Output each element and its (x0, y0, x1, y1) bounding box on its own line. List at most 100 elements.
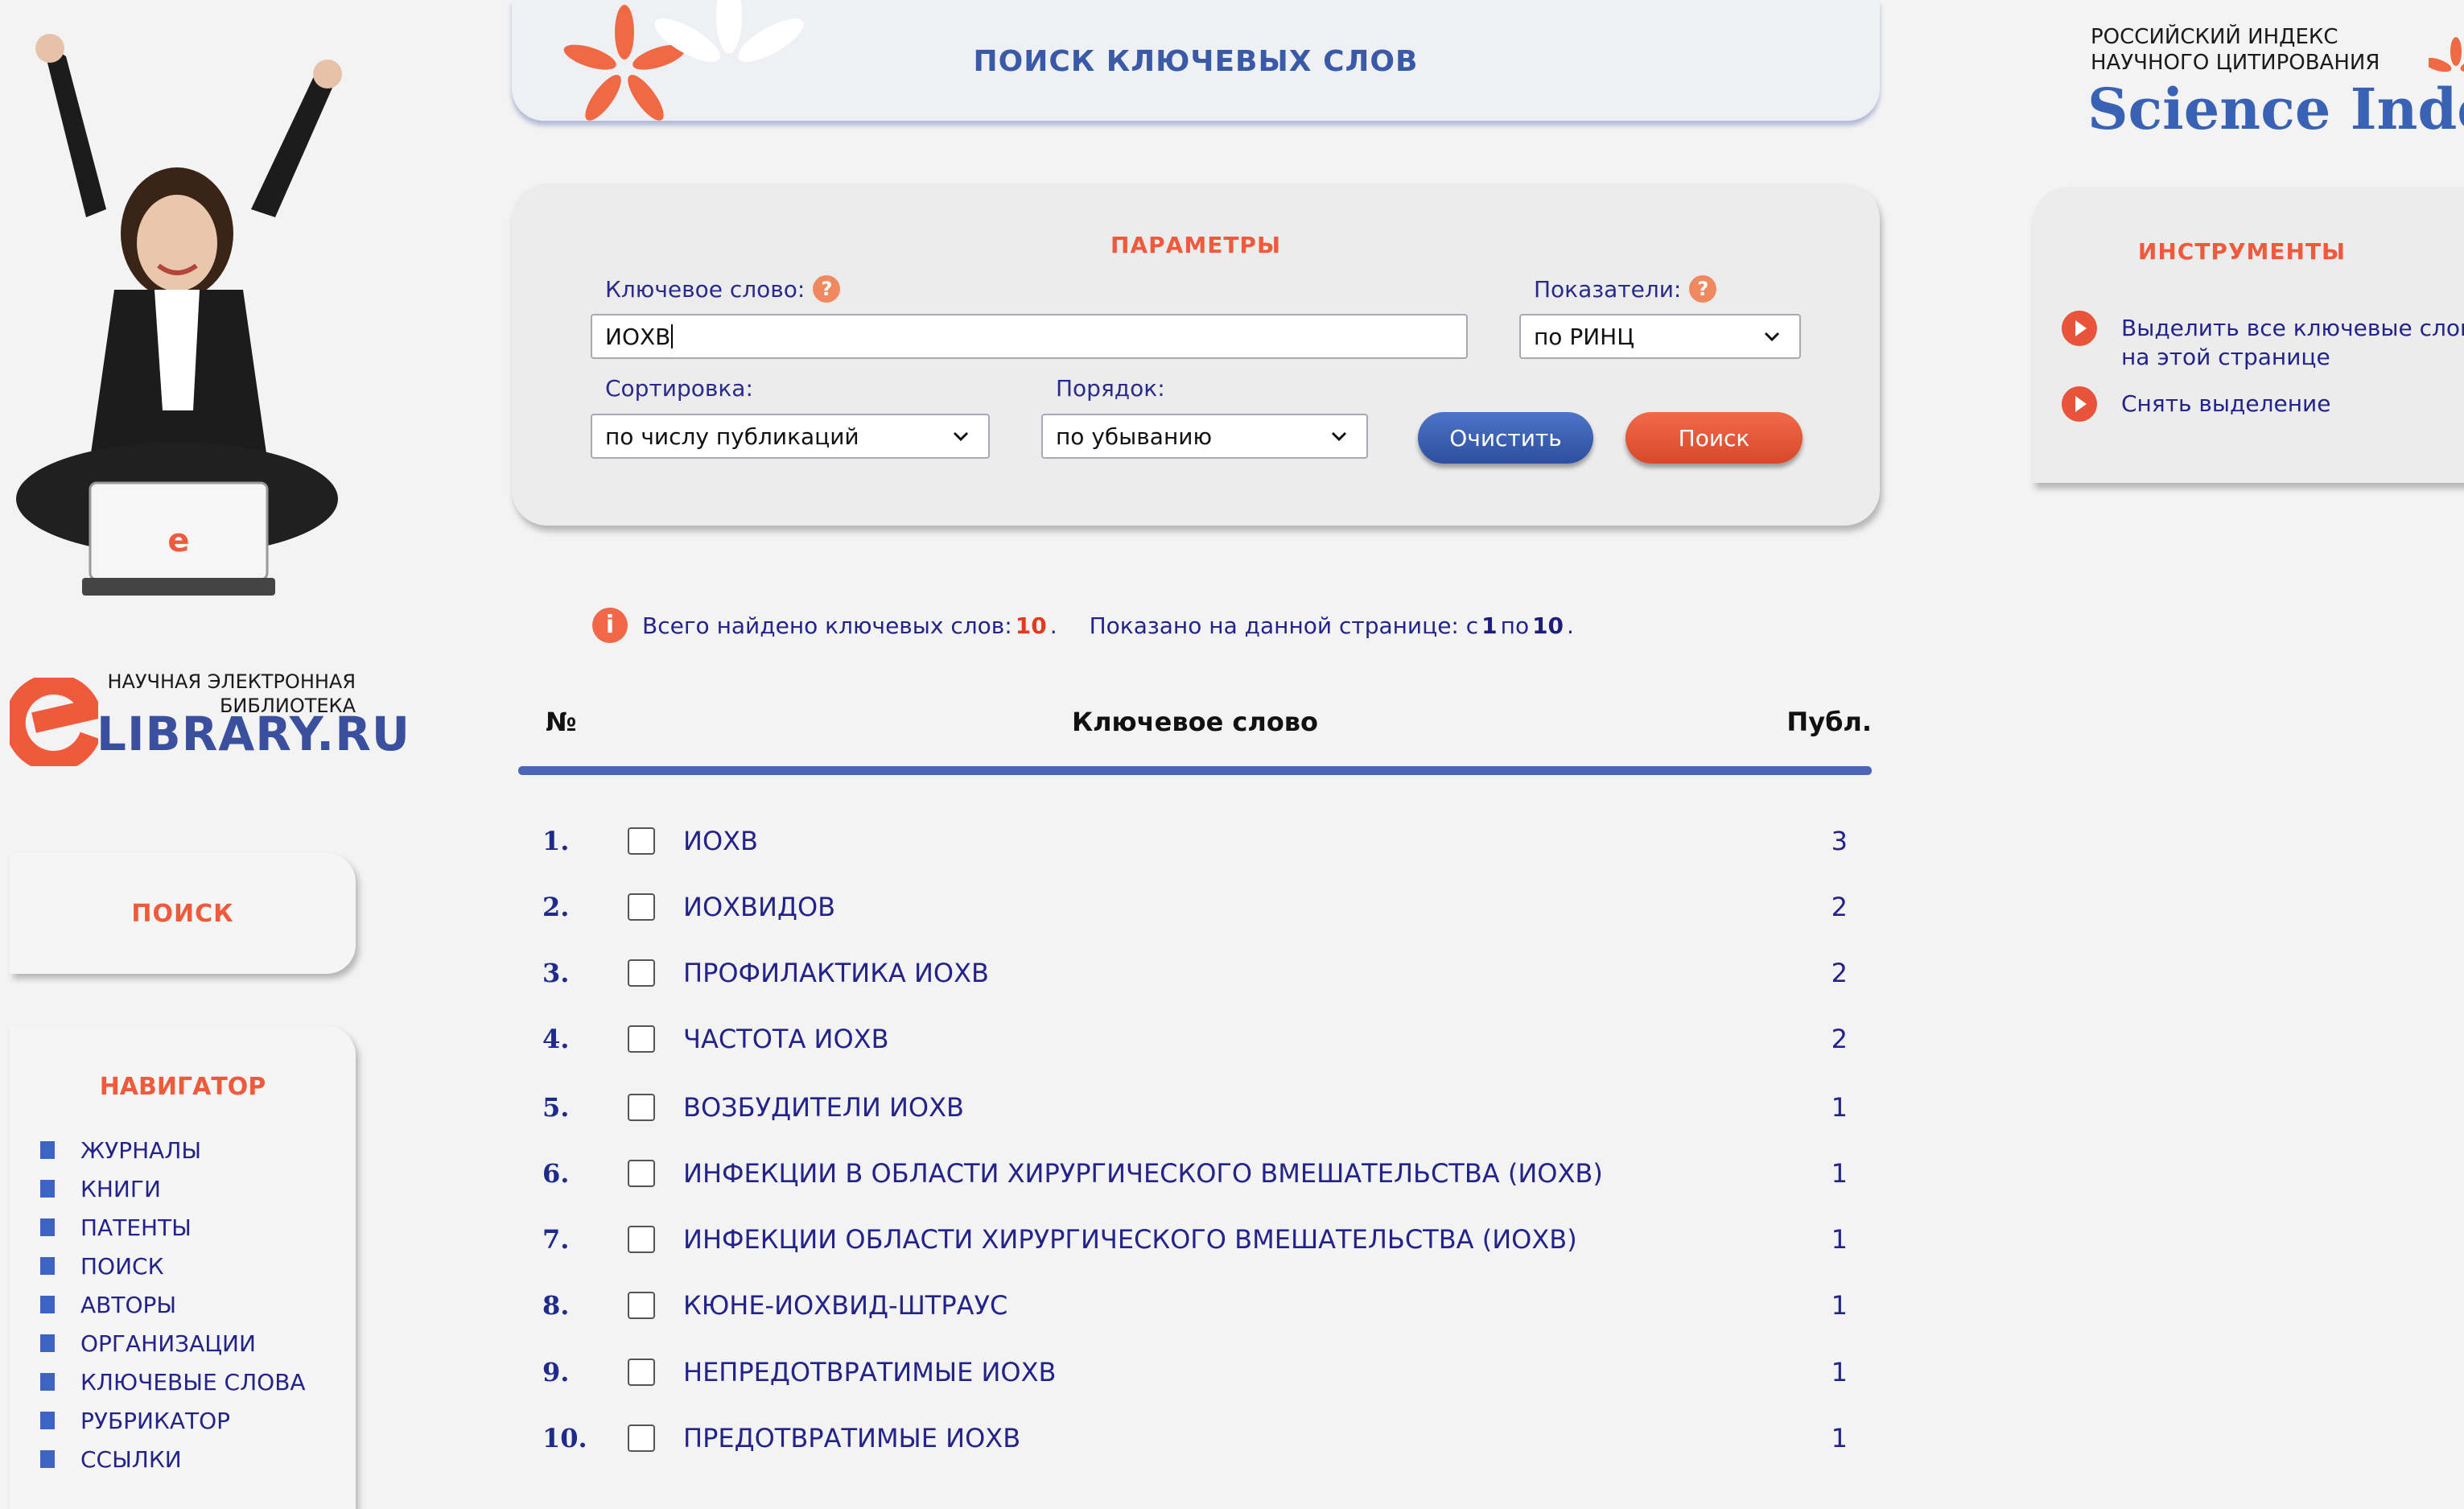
order-select[interactable]: по убыванию (1041, 414, 1368, 459)
row-checkbox[interactable] (628, 1359, 655, 1386)
hero-woman-laptop-illustration: e (16, 34, 342, 596)
elibrary-e-icon (10, 678, 98, 766)
pub-count[interactable]: 2 (1832, 1024, 1848, 1054)
table-row: 9. НЕПРЕДОТВРАТИМЫЕ ИОХВ 1 (542, 1357, 1848, 1387)
pub-count[interactable]: 1 (1832, 1158, 1848, 1189)
bullet-icon (40, 1257, 55, 1275)
search-button[interactable]: Поиск (1625, 412, 1803, 464)
science-index-logo[interactable]: Science Index (2087, 76, 2464, 142)
order-label: Порядок: (1056, 375, 1165, 402)
table-row: 4. ЧАСТОТА ИОХВ 2 (542, 1024, 1848, 1054)
pub-count[interactable]: 1 (1832, 1357, 1848, 1387)
nav-item-search[interactable]: ПОИСК (40, 1247, 306, 1285)
table-row: 7. ИНФЕКЦИИ ОБЛАСТИ ХИРУРГИЧЕСКОГО ВМЕША… (542, 1224, 1848, 1255)
found-count: 10 (1015, 612, 1047, 639)
tools-panel: ИНСТРУМЕНТЫ Выделить все ключевые слов н… (2033, 187, 2464, 483)
info-icon: i (592, 608, 628, 643)
row-checkbox[interactable] (628, 959, 655, 987)
select-all-tool[interactable]: Выделить все ключевые слов на этой стран… (2062, 311, 2464, 372)
table-row: 2. ИОХВИДОВ 2 (542, 892, 1848, 922)
col-keyword-header: Ключевое слово (1071, 707, 1319, 737)
pub-count[interactable]: 2 (1832, 958, 1848, 988)
keyword-label: Ключевое слово: ? (605, 275, 841, 303)
nav-item-rubricator[interactable]: РУБРИКАТОР (40, 1401, 306, 1440)
row-checkbox[interactable] (628, 1094, 655, 1121)
keyword-input[interactable]: ИОХВ (591, 314, 1468, 359)
pub-count[interactable]: 1 (1832, 1224, 1848, 1255)
nav-item-authors[interactable]: АВТОРЫ (40, 1285, 306, 1324)
row-checkbox[interactable] (628, 1160, 655, 1187)
keyword-link[interactable]: ИОХВИДОВ (683, 892, 835, 922)
sort-label: Сортировка: (605, 375, 753, 402)
navigator-list: ЖУРНАЛЫ КНИГИ ПАТЕНТЫ ПОИСК АВТОРЫ ОРГАН… (40, 1131, 306, 1478)
elibrary-name: LIBRARY.RU (97, 707, 410, 761)
nav-item-journals[interactable]: ЖУРНАЛЫ (40, 1131, 306, 1169)
keyword-link[interactable]: КЮНЕ-ИОХВИД-ШТРАУС (683, 1290, 1007, 1321)
keyword-link[interactable]: ИНФЕКЦИИ В ОБЛАСТИ ХИРУРГИЧЕСКОГО ВМЕШАТ… (683, 1158, 1603, 1189)
params-title: ПАРАМЕТРЫ (1110, 232, 1281, 258)
keyword-link[interactable]: ПРЕДОТВРАТИМЫЕ ИОХВ (683, 1423, 1020, 1453)
deselect-tool[interactable]: Снять выделение (2062, 386, 2330, 422)
keyword-link[interactable]: ЧАСТОТА ИОХВ (683, 1024, 889, 1054)
bullet-icon (40, 1412, 55, 1429)
clear-button[interactable]: Очистить (1418, 412, 1593, 464)
bullet-icon (40, 1218, 55, 1236)
pub-count[interactable]: 1 (1832, 1092, 1848, 1123)
table-row: 10. ПРЕДОТВРАТИМЫЕ ИОХВ 1 (542, 1423, 1848, 1453)
bullet-icon (40, 1334, 55, 1352)
table-row: 6. ИНФЕКЦИИ В ОБЛАСТИ ХИРУРГИЧЕСКОГО ВМЕ… (542, 1158, 1848, 1189)
row-checkbox[interactable] (628, 893, 655, 921)
elibrary-logo[interactable]: НАУЧНАЯ ЭЛЕКТРОННАЯ БИБЛИОТЕКА LIBRARY.R… (10, 668, 410, 773)
chevron-down-icon (1331, 431, 1347, 442)
nav-item-keywords[interactable]: КЛЮЧЕВЫЕ СЛОВА (40, 1363, 306, 1401)
row-checkbox[interactable] (628, 1025, 655, 1053)
search-parameters-panel: ПАРАМЕТРЫ Ключевое слово: ? ИОХВ Показат… (512, 183, 1880, 526)
indicators-label: Показатели: ? (1534, 275, 1717, 303)
page-title: ПОИСК КЛЮЧЕВЫХ СЛОВ (973, 45, 1419, 78)
keyword-link[interactable]: ПРОФИЛАКТИКА ИОХВ (683, 958, 989, 988)
indicators-help-icon[interactable]: ? (1689, 275, 1717, 303)
pub-count[interactable]: 2 (1832, 892, 1848, 922)
science-index-flower-icon (2429, 37, 2464, 72)
play-icon (2062, 386, 2097, 422)
row-checkbox[interactable] (628, 1292, 655, 1319)
nav-item-organizations[interactable]: ОРГАНИЗАЦИИ (40, 1324, 306, 1363)
table-row: 5. ВОЗБУДИТЕЛИ ИОХВ 1 (542, 1092, 1848, 1123)
navigator-title: НАВИГАТОР (99, 1073, 266, 1101)
keyword-link[interactable]: ВОЗБУДИТЕЛИ ИОХВ (683, 1092, 964, 1123)
left-search-card[interactable]: ПОИСК (10, 853, 356, 974)
table-header-divider (518, 766, 1872, 775)
bullet-icon (40, 1373, 55, 1391)
page-to: 10 (1532, 612, 1564, 639)
row-checkbox[interactable] (628, 1424, 655, 1452)
row-checkbox[interactable] (628, 827, 655, 855)
nav-item-patents[interactable]: ПАТЕНТЫ (40, 1208, 306, 1247)
sort-select[interactable]: по числу публикаций (591, 414, 990, 459)
elibrary-tagline-1: НАУЧНАЯ ЭЛЕКТРОННАЯ (107, 670, 356, 693)
pub-count[interactable]: 3 (1832, 826, 1848, 856)
row-checkbox[interactable] (628, 1226, 655, 1253)
left-search-link[interactable]: ПОИСК (10, 900, 356, 928)
nav-item-links[interactable]: ССЫЛКИ (40, 1440, 306, 1478)
bullet-icon (40, 1180, 55, 1198)
bullet-icon (40, 1450, 55, 1468)
play-icon (2062, 311, 2097, 346)
svg-text:e: e (167, 522, 189, 559)
bullet-icon (40, 1296, 55, 1313)
indicators-select[interactable]: по РИНЦ (1519, 314, 1801, 359)
page-from: 1 (1481, 612, 1498, 639)
keyword-link[interactable]: НЕПРЕДОТВРАТИМЫЕ ИОХВ (683, 1357, 1056, 1387)
col-pub-header: Публ. (1786, 707, 1872, 737)
keyword-link[interactable]: ИОХВ (683, 826, 758, 856)
pub-count[interactable]: 1 (1832, 1290, 1848, 1321)
science-index-tagline: РОССИЙСКИЙ ИНДЕКС НАУЧНОГО ЦИТИРОВАНИЯ (2091, 25, 2380, 75)
chevron-down-icon (1764, 332, 1780, 342)
pub-count[interactable]: 1 (1832, 1423, 1848, 1453)
table-row: 1. ИОХВ 3 (542, 826, 1848, 856)
keyword-help-icon[interactable]: ? (813, 275, 841, 303)
keyword-link[interactable]: ИНФЕКЦИИ ОБЛАСТИ ХИРУРГИЧЕСКОГО ВМЕШАТЕЛ… (683, 1224, 1577, 1255)
page-header-banner: ПОИСК КЛЮЧЕВЫХ СЛОВ (512, 0, 1880, 121)
nav-item-books[interactable]: КНИГИ (40, 1169, 306, 1208)
table-header: № Ключевое слово Публ. (518, 707, 1872, 755)
bullet-icon (40, 1141, 55, 1159)
